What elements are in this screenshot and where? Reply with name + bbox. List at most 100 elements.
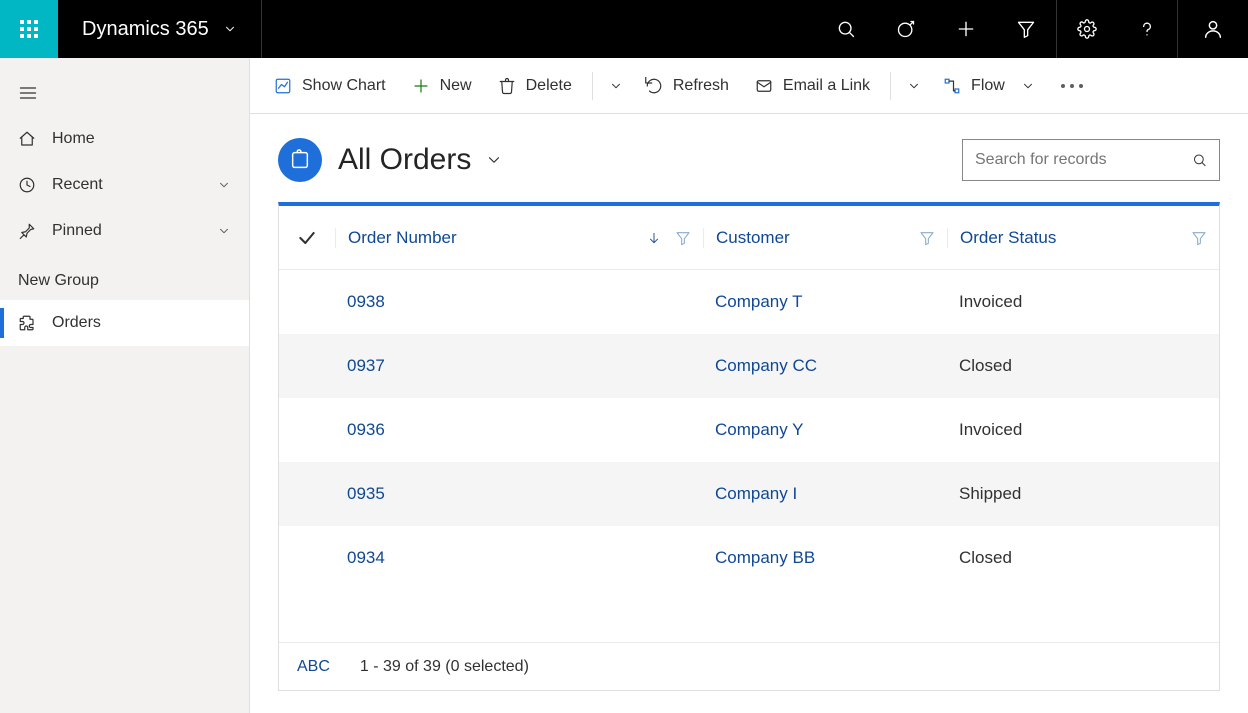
funnel-icon[interactable] <box>675 230 691 246</box>
add-button[interactable] <box>936 0 996 58</box>
cmd-delete-label: Delete <box>526 77 572 95</box>
col-customer[interactable]: Customer <box>703 228 947 248</box>
customer-link[interactable]: Company CC <box>715 356 817 375</box>
cmd-delete-dropdown[interactable] <box>603 58 629 113</box>
person-icon <box>1202 18 1224 40</box>
waffle-icon <box>19 19 39 39</box>
cmd-overflow[interactable] <box>1051 84 1093 88</box>
brand-label: Dynamics 365 <box>82 18 209 41</box>
status-value: Closed <box>947 548 1219 568</box>
gear-icon <box>1077 19 1097 39</box>
home-icon <box>18 130 36 148</box>
chevron-down-icon <box>609 79 623 93</box>
table-row[interactable]: 0935 Company I Shipped <box>279 462 1219 526</box>
menu-icon <box>18 83 38 103</box>
task-button[interactable] <box>876 0 936 58</box>
cmd-refresh[interactable]: Refresh <box>635 58 739 113</box>
col-order-number[interactable]: Order Number <box>335 228 703 248</box>
sidebar-item-pinned[interactable]: Pinned <box>0 208 249 254</box>
pin-icon <box>18 222 36 240</box>
flow-icon <box>943 77 961 95</box>
cmd-new-label: New <box>440 77 472 95</box>
grid-header: Order Number Customer Order Status <box>279 206 1219 270</box>
chevron-down-icon <box>907 79 921 93</box>
cmd-email-link[interactable]: Email a Link <box>745 58 880 113</box>
grid-footer: ABC 1 - 39 of 39 (0 selected) <box>279 642 1219 690</box>
puzzle-icon <box>289 149 311 171</box>
select-all[interactable] <box>279 228 335 248</box>
app-launcher-button[interactable] <box>0 0 58 58</box>
customer-link[interactable]: Company Y <box>715 420 804 439</box>
cmd-email-dropdown[interactable] <box>901 58 927 113</box>
cmd-flow[interactable]: Flow <box>933 58 1045 113</box>
order-link[interactable]: 0935 <box>347 484 385 503</box>
search-icon <box>836 19 856 39</box>
col-status[interactable]: Order Status <box>947 228 1219 248</box>
customer-link[interactable]: Company T <box>715 292 803 311</box>
order-link[interactable]: 0937 <box>347 356 385 375</box>
cmd-flow-label: Flow <box>971 77 1005 95</box>
funnel-icon[interactable] <box>1191 230 1207 246</box>
brand-menu[interactable]: Dynamics 365 <box>58 0 262 58</box>
chevron-down-icon <box>223 22 237 36</box>
chart-icon <box>274 77 292 95</box>
sidebar-group-label: New Group <box>0 254 249 300</box>
sidebar-pinned-label: Pinned <box>52 222 102 240</box>
filter-button[interactable] <box>996 0 1056 58</box>
view-entity-badge <box>278 138 322 182</box>
cmd-refresh-label: Refresh <box>673 77 729 95</box>
col-status-label: Order Status <box>960 228 1056 248</box>
cmd-delete[interactable]: Delete <box>488 58 582 113</box>
col-customer-label: Customer <box>716 228 790 248</box>
status-value: Invoiced <box>947 292 1219 312</box>
chevron-down-icon <box>1021 79 1035 93</box>
chevron-down-icon <box>485 151 503 169</box>
account-button[interactable] <box>1178 0 1248 58</box>
sidebar-item-home[interactable]: Home <box>0 116 249 162</box>
customer-link[interactable]: Company I <box>715 484 797 503</box>
cmd-show-chart-label: Show Chart <box>302 77 386 95</box>
plus-icon <box>412 77 430 95</box>
arrow-down-icon <box>647 231 661 245</box>
status-value: Invoiced <box>947 420 1219 440</box>
order-link[interactable]: 0936 <box>347 420 385 439</box>
sidebar-home-label: Home <box>52 130 95 148</box>
view-title: All Orders <box>338 143 471 177</box>
table-row[interactable]: 0937 Company CC Closed <box>279 334 1219 398</box>
topbar: Dynamics 365 <box>0 0 1248 58</box>
command-bar: Show Chart New Delete Refresh Email a Li… <box>250 58 1248 114</box>
customer-link[interactable]: Company BB <box>715 548 815 567</box>
puzzle-icon <box>18 314 36 332</box>
settings-button[interactable] <box>1057 0 1117 58</box>
clock-icon <box>18 176 36 194</box>
paging-text: 1 - 39 of 39 (0 selected) <box>360 658 529 676</box>
table-row[interactable]: 0936 Company Y Invoiced <box>279 398 1219 462</box>
funnel-icon[interactable] <box>919 230 935 246</box>
view-switcher[interactable]: All Orders <box>338 143 503 177</box>
help-button[interactable] <box>1117 0 1177 58</box>
search-icon <box>1192 151 1207 169</box>
alpha-filter[interactable]: ABC <box>297 658 330 676</box>
sidebar-item-orders[interactable]: Orders <box>0 300 249 346</box>
help-icon <box>1137 19 1157 39</box>
mail-icon <box>755 77 773 95</box>
search-records[interactable] <box>962 139 1220 181</box>
col-order-label: Order Number <box>348 228 457 248</box>
table-row[interactable]: 0938 Company T Invoiced <box>279 270 1219 334</box>
view-header: All Orders <box>250 114 1248 202</box>
status-value: Shipped <box>947 484 1219 504</box>
cmd-new[interactable]: New <box>402 58 482 113</box>
order-link[interactable]: 0934 <box>347 548 385 567</box>
check-icon <box>297 228 317 248</box>
table-row[interactable]: 0934 Company BB Closed <box>279 526 1219 590</box>
order-link[interactable]: 0938 <box>347 292 385 311</box>
sidebar-item-recent[interactable]: Recent <box>0 162 249 208</box>
plus-icon <box>956 19 976 39</box>
search-button[interactable] <box>816 0 876 58</box>
cmd-email-link-label: Email a Link <box>783 77 870 95</box>
search-input[interactable] <box>975 151 1182 169</box>
cmd-show-chart[interactable]: Show Chart <box>264 58 396 113</box>
hamburger-button[interactable] <box>0 70 249 116</box>
refresh-icon <box>645 77 663 95</box>
target-icon <box>896 19 916 39</box>
